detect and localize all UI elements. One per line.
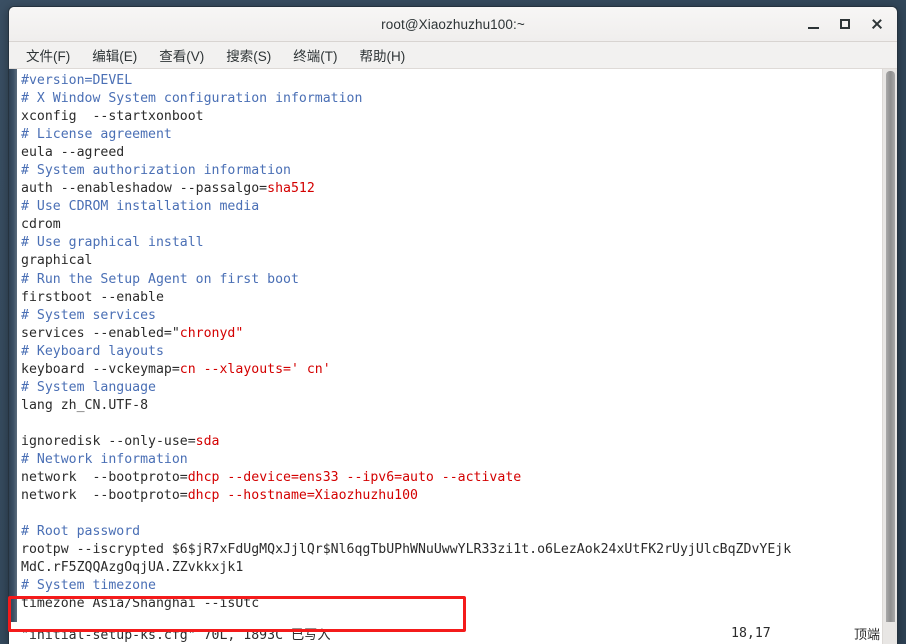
terminal-text-plain: lang zh_CN.UTF-8: [21, 397, 149, 413]
terminal-text-plain: network --bootproto=: [21, 470, 188, 486]
terminal-line: # System authorization information: [21, 162, 882, 180]
terminal-text-value: dhcp --device=ens33 --ipv6=auto --activa…: [187, 470, 522, 486]
terminal-text-comment: # Network information: [21, 451, 188, 467]
maximize-icon: [840, 19, 850, 29]
status-cursor-position: 18,17: [731, 625, 771, 641]
status-file-message: "initial-setup-ks.cfg" 70L, 1893C 已写入: [21, 627, 331, 643]
window-title: root@Xiaozhuzhu100:~: [381, 16, 525, 32]
terminal-line: network --bootproto=dhcp --device=ens33 …: [21, 469, 882, 487]
menu-item-edit[interactable]: 编辑(E): [89, 43, 140, 67]
minimize-button[interactable]: [799, 11, 827, 37]
terminal-area: #version=DEVEL # X Window System configur…: [9, 69, 897, 622]
menu-item-view[interactable]: 查看(V): [156, 43, 207, 67]
terminal-text-plain: MdC.rF5ZQQAzgOqjUA.ZZvkkxjk1: [21, 560, 244, 576]
terminal-text-comment: # System services: [21, 307, 156, 323]
terminal-text-plain: rootpw --iscrypted $6$jR7xFdUgMQxJjlQr$N…: [21, 542, 792, 558]
terminal-line: # System timezone: [21, 577, 882, 595]
window-controls: [799, 7, 891, 41]
terminal-line: # System language: [21, 379, 882, 397]
terminal-text-plain: firstboot --enable: [21, 289, 164, 305]
terminal-line: lang zh_CN.UTF-8: [21, 397, 882, 415]
terminal-text-value: chronyd": [179, 325, 244, 341]
terminal-line: services --enabled="chronyd": [21, 325, 882, 343]
close-button[interactable]: [863, 11, 891, 37]
terminal-text-comment: # X Window System configuration informat…: [21, 91, 363, 107]
terminal-line: # Root password: [21, 523, 882, 541]
window-titlebar[interactable]: root@Xiaozhuzhu100:~: [9, 7, 897, 42]
terminal-line: eula --agreed: [21, 144, 882, 162]
menu-item-search[interactable]: 搜索(S): [223, 43, 274, 67]
minimize-icon: [807, 27, 819, 29]
menu-item-file[interactable]: 文件(F): [23, 43, 73, 67]
terminal-line: MdC.rF5ZQQAzgOqjUA.ZZvkkxjk1: [21, 559, 882, 577]
terminal-line: keyboard --vckeymap=cn --xlayouts=' cn': [21, 361, 882, 379]
terminal-text-comment: # System authorization information: [21, 163, 291, 179]
terminal-line: rootpw --iscrypted $6$jR7xFdUgMQxJjlQr$N…: [21, 541, 882, 559]
status-scroll-state: 顶端: [854, 627, 881, 643]
terminal-text-comment: # System language: [21, 379, 156, 395]
terminal-line: #version=DEVEL: [21, 72, 882, 90]
terminal-line: auth --enableshadow --passalgo=sha512: [21, 180, 882, 198]
terminal-text-value: sda: [195, 433, 220, 449]
terminal-line: # Keyboard layouts: [21, 343, 882, 361]
terminal-line: # System services: [21, 307, 882, 325]
terminal-text-plain: services --enabled=": [21, 325, 180, 341]
terminal-output[interactable]: #version=DEVEL # X Window System configur…: [17, 69, 882, 622]
terminal-text-comment: # System timezone: [21, 578, 156, 594]
menu-item-terminal[interactable]: 终端(T): [290, 43, 340, 67]
terminal-line: # X Window System configuration informat…: [21, 90, 882, 108]
terminal-line: # Use graphical install: [21, 234, 882, 252]
terminal-text-plain: timezone Asia/Shanghai --isUtc: [21, 596, 260, 612]
terminal-line: cdrom: [21, 216, 882, 234]
terminal-text-plain: xconfig --startxonboot: [21, 109, 204, 125]
maximize-button[interactable]: [831, 11, 859, 37]
terminal-text-comment: # Keyboard layouts: [21, 343, 164, 359]
terminal-line: firstboot --enable: [21, 289, 882, 307]
terminal-text-plain: eula --agreed: [21, 145, 125, 161]
terminal-text-plain: cdrom: [21, 217, 61, 233]
terminal-line: # Network information: [21, 451, 882, 469]
terminal-line: xconfig --startxonboot: [21, 108, 882, 126]
statusbar-scrollbar-filler: [882, 622, 897, 644]
terminal-text-plain: graphical: [21, 253, 93, 269]
terminal-text-value: dhcp --hostname=Xiaozhuzhu100: [187, 488, 418, 504]
terminal-text-comment: #version=DEVEL: [21, 73, 133, 88]
vim-statusbar: "initial-setup-ks.cfg" 70L, 1893C 已写入 18…: [9, 622, 897, 644]
terminal-line: network --bootproto=dhcp --hostname=Xiao…: [21, 487, 882, 505]
terminal-text-plain: auth --enableshadow --passalgo=: [21, 181, 268, 197]
terminal-line: # Use CDROM installation media: [21, 198, 882, 216]
terminal-text-comment: # Run the Setup Agent on first boot: [21, 271, 299, 287]
terminal-line: ignoredisk --only-use=sda: [21, 433, 882, 451]
scrollbar-thumb[interactable]: [886, 71, 895, 622]
terminal-text-comment: # Use graphical install: [21, 235, 204, 251]
terminal-line: timezone Asia/Shanghai --isUtc: [21, 595, 882, 613]
terminal-text-plain: ignoredisk --only-use=: [21, 433, 196, 449]
terminal-text-plain: network --bootproto=: [21, 488, 188, 504]
terminal-text-comment: # Use CDROM installation media: [21, 199, 260, 215]
terminal-line: graphical: [21, 252, 882, 270]
terminal-window: root@Xiaozhuzhu100:~ 文件(F) 编辑(E) 查看(V) 搜…: [8, 6, 898, 644]
menu-item-help[interactable]: 帮助(H): [357, 43, 409, 67]
close-icon: [871, 18, 883, 30]
terminal-text-comment: # License agreement: [21, 127, 172, 143]
terminal-text-plain: keyboard --vckeymap=: [21, 361, 180, 377]
terminal-scrollbar[interactable]: [882, 69, 897, 622]
terminal-line: # License agreement: [21, 126, 882, 144]
terminal-text-value: cn --xlayouts=' cn': [179, 361, 331, 377]
desktop-background: root@Xiaozhuzhu100:~ 文件(F) 编辑(E) 查看(V) 搜…: [0, 0, 906, 644]
terminal-left-border: [9, 69, 17, 622]
terminal-text-comment: # Root password: [21, 524, 141, 540]
terminal-text-value: sha512: [267, 181, 315, 197]
menubar: 文件(F) 编辑(E) 查看(V) 搜索(S) 终端(T) 帮助(H): [9, 42, 897, 69]
terminal-line: # Run the Setup Agent on first boot: [21, 271, 882, 289]
